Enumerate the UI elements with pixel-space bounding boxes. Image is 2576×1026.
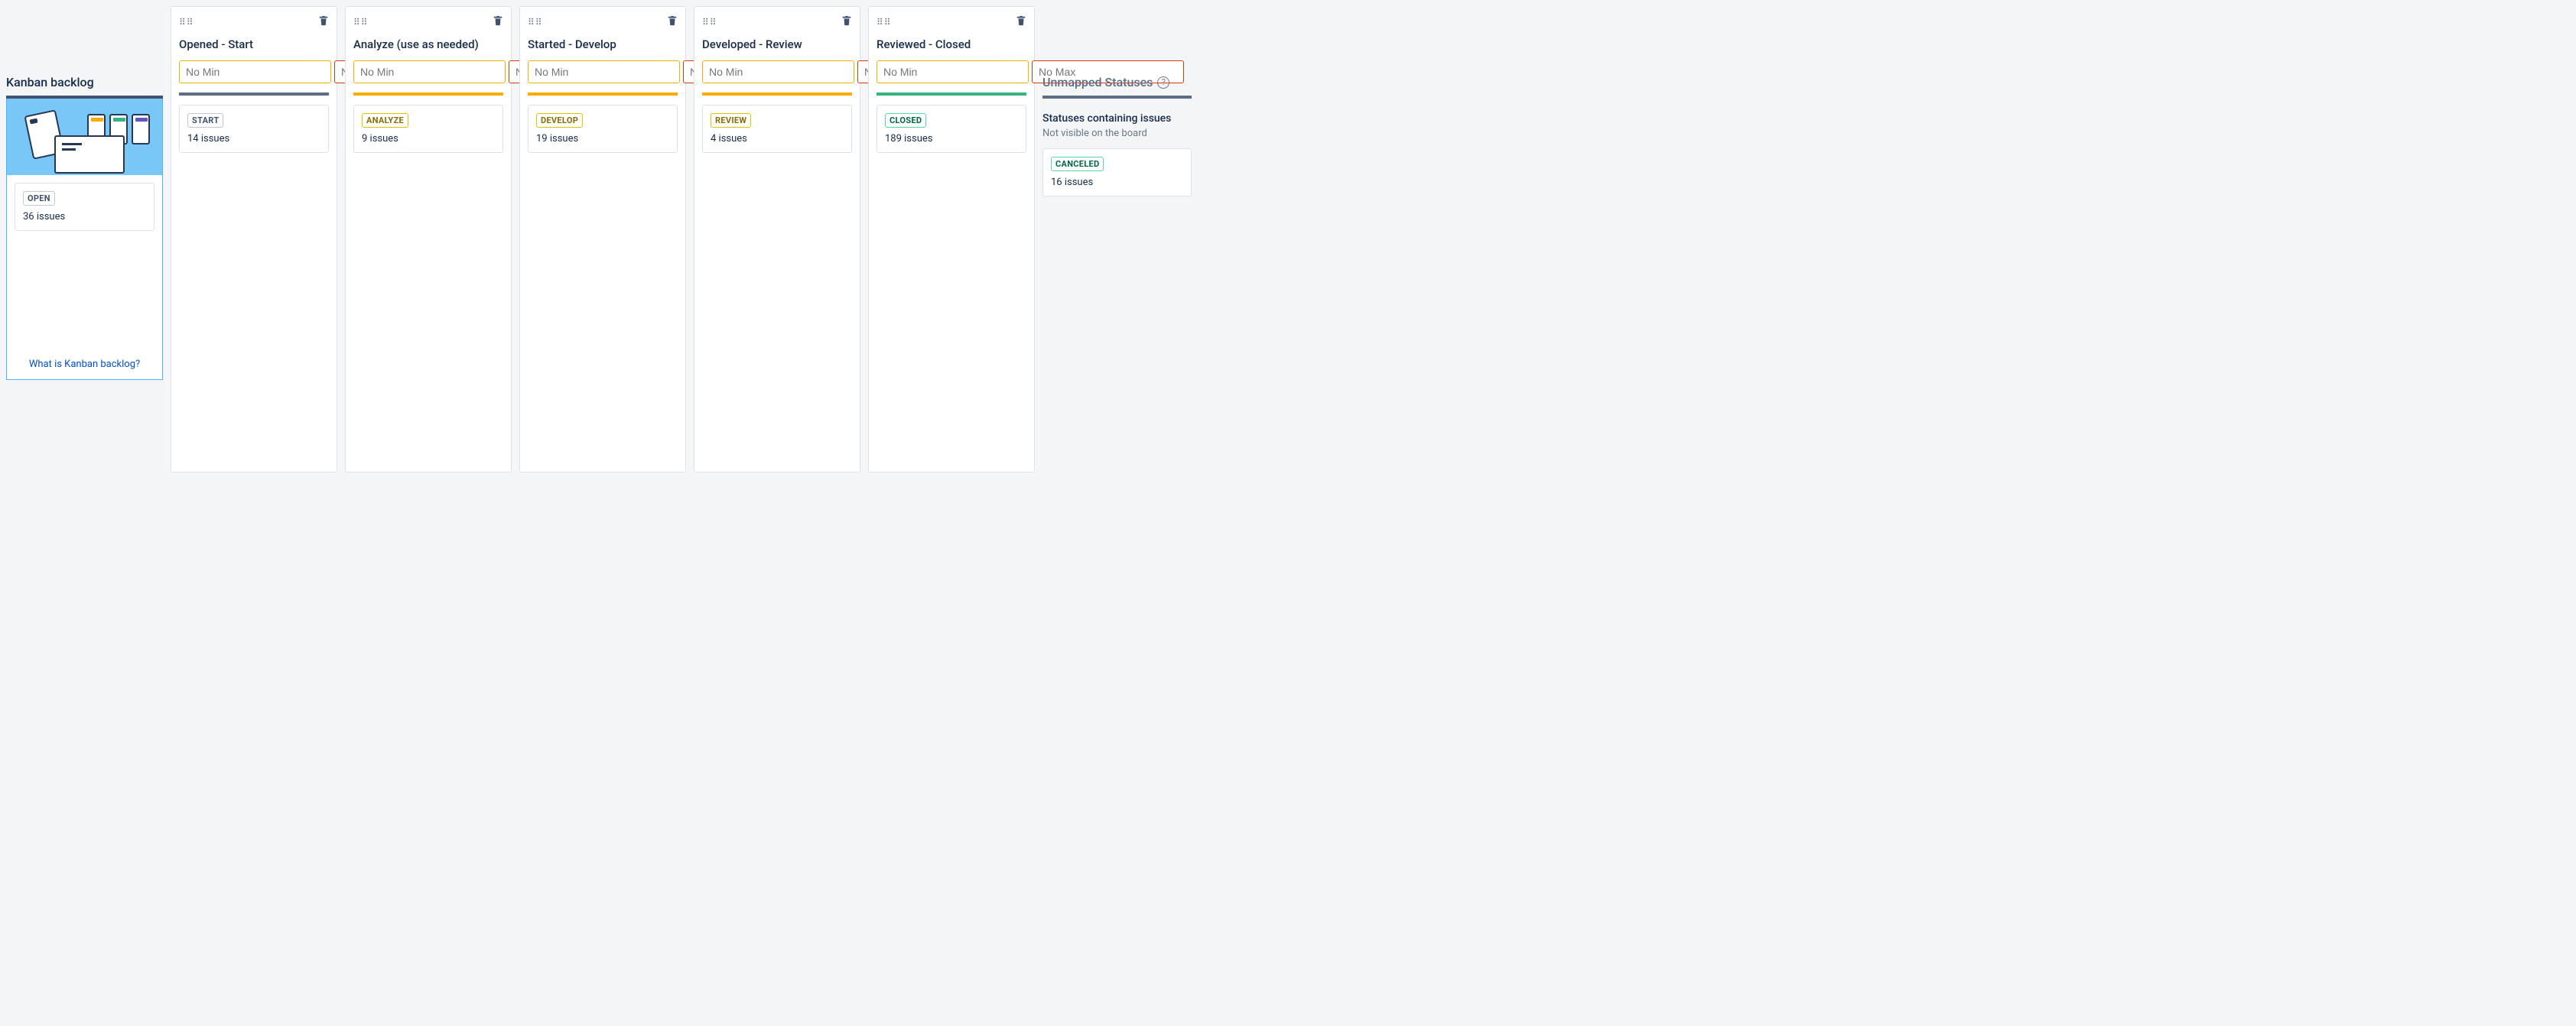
min-input[interactable] — [877, 60, 1029, 83]
status-lozenge: DEVELOP — [536, 113, 583, 128]
status-lozenge-canceled: CANCELED — [1051, 157, 1104, 171]
unmapped-stripe — [1042, 96, 1192, 99]
column-issues-count: 189 issues — [885, 133, 1018, 144]
delete-column-button[interactable] — [1016, 15, 1026, 30]
backlog-illustration — [7, 99, 162, 175]
column-stripe — [179, 93, 329, 96]
delete-column-button[interactable] — [318, 15, 329, 30]
min-input[interactable] — [702, 60, 854, 83]
column: ⠿⠿ Analyze (use as needed) ANALYZE 9 issues — [345, 6, 512, 472]
unmapped-status-card[interactable]: CANCELED 16 issues — [1042, 148, 1192, 196]
column: ⠿⠿ Opened - Start START 14 issues — [171, 6, 337, 472]
column-status-card[interactable]: START 14 issues — [179, 105, 329, 153]
column-title[interactable]: Analyze (use as needed) — [353, 37, 503, 51]
column-status-card[interactable]: DEVELOP 19 issues — [528, 105, 678, 153]
drag-handle-icon[interactable]: ⠿⠿ — [179, 20, 194, 24]
status-lozenge: CLOSED — [885, 113, 926, 128]
column-status-card[interactable]: REVIEW 4 issues — [702, 105, 852, 153]
unmapped-subtitle: Statuses containing issues — [1042, 112, 1192, 125]
min-input[interactable] — [179, 60, 331, 83]
column-stripe — [528, 93, 678, 96]
column-stripe — [353, 93, 503, 96]
board-config: Kanban backlog OPEN 36 issues What is Ka… — [6, 6, 2570, 472]
column-status-card[interactable]: CLOSED 189 issues — [877, 105, 1026, 153]
drag-handle-icon[interactable]: ⠿⠿ — [353, 20, 369, 24]
drag-handle-icon[interactable]: ⠿⠿ — [702, 20, 717, 24]
backlog-help: What is Kanban backlog? — [7, 351, 162, 379]
unmapped-issues-count: 16 issues — [1051, 177, 1183, 188]
delete-column-button[interactable] — [493, 15, 503, 30]
help-icon[interactable]: ? — [1157, 76, 1169, 89]
unmapped-statuses-panel: Unmapped Statuses ? Statuses containing … — [1042, 75, 1192, 196]
column-issues-count: 14 issues — [187, 133, 320, 144]
column-issues-count: 4 issues — [711, 133, 844, 144]
status-lozenge: START — [187, 113, 223, 128]
delete-column-button[interactable] — [667, 15, 678, 30]
min-input[interactable] — [353, 60, 506, 83]
min-input[interactable] — [528, 60, 680, 83]
column-title[interactable]: Reviewed - Closed — [877, 37, 1026, 51]
column-stripe — [702, 93, 852, 96]
unmapped-title: Unmapped Statuses — [1042, 75, 1153, 89]
unmapped-note: Not visible on the board — [1042, 128, 1192, 139]
backlog-issues-count: 36 issues — [23, 211, 146, 222]
backlog-title: Kanban backlog — [6, 75, 163, 89]
column: ⠿⠿ Started - Develop DEVELOP 19 issues — [519, 6, 686, 472]
backlog-box: OPEN 36 issues What is Kanban backlog? — [6, 99, 163, 380]
delete-column-button[interactable] — [841, 15, 852, 30]
column-title[interactable]: Developed - Review — [702, 37, 852, 51]
column-title[interactable]: Opened - Start — [179, 37, 329, 51]
column: ⠿⠿ Developed - Review REVIEW 4 issues — [694, 6, 860, 472]
column: ⠿⠿ Reviewed - Closed CLOSED 189 issues — [868, 6, 1035, 472]
status-lozenge: ANALYZE — [362, 113, 408, 128]
column-issues-count: 9 issues — [362, 133, 495, 144]
drag-handle-icon[interactable]: ⠿⠿ — [528, 20, 543, 24]
status-lozenge: REVIEW — [711, 113, 751, 128]
status-lozenge-open: OPEN — [23, 191, 55, 206]
backlog-card-area: OPEN 36 issues — [7, 175, 162, 351]
column-issues-count: 19 issues — [536, 133, 669, 144]
column-status-card[interactable]: ANALYZE 9 issues — [353, 105, 503, 153]
kanban-backlog-panel: Kanban backlog OPEN 36 issues What is Ka… — [6, 75, 163, 380]
column-stripe — [877, 93, 1026, 96]
backlog-status-card[interactable]: OPEN 36 issues — [15, 183, 154, 231]
drag-handle-icon[interactable]: ⠿⠿ — [877, 20, 892, 24]
column-title[interactable]: Started - Develop — [528, 37, 678, 51]
backlog-help-link[interactable]: What is Kanban backlog? — [29, 359, 140, 370]
